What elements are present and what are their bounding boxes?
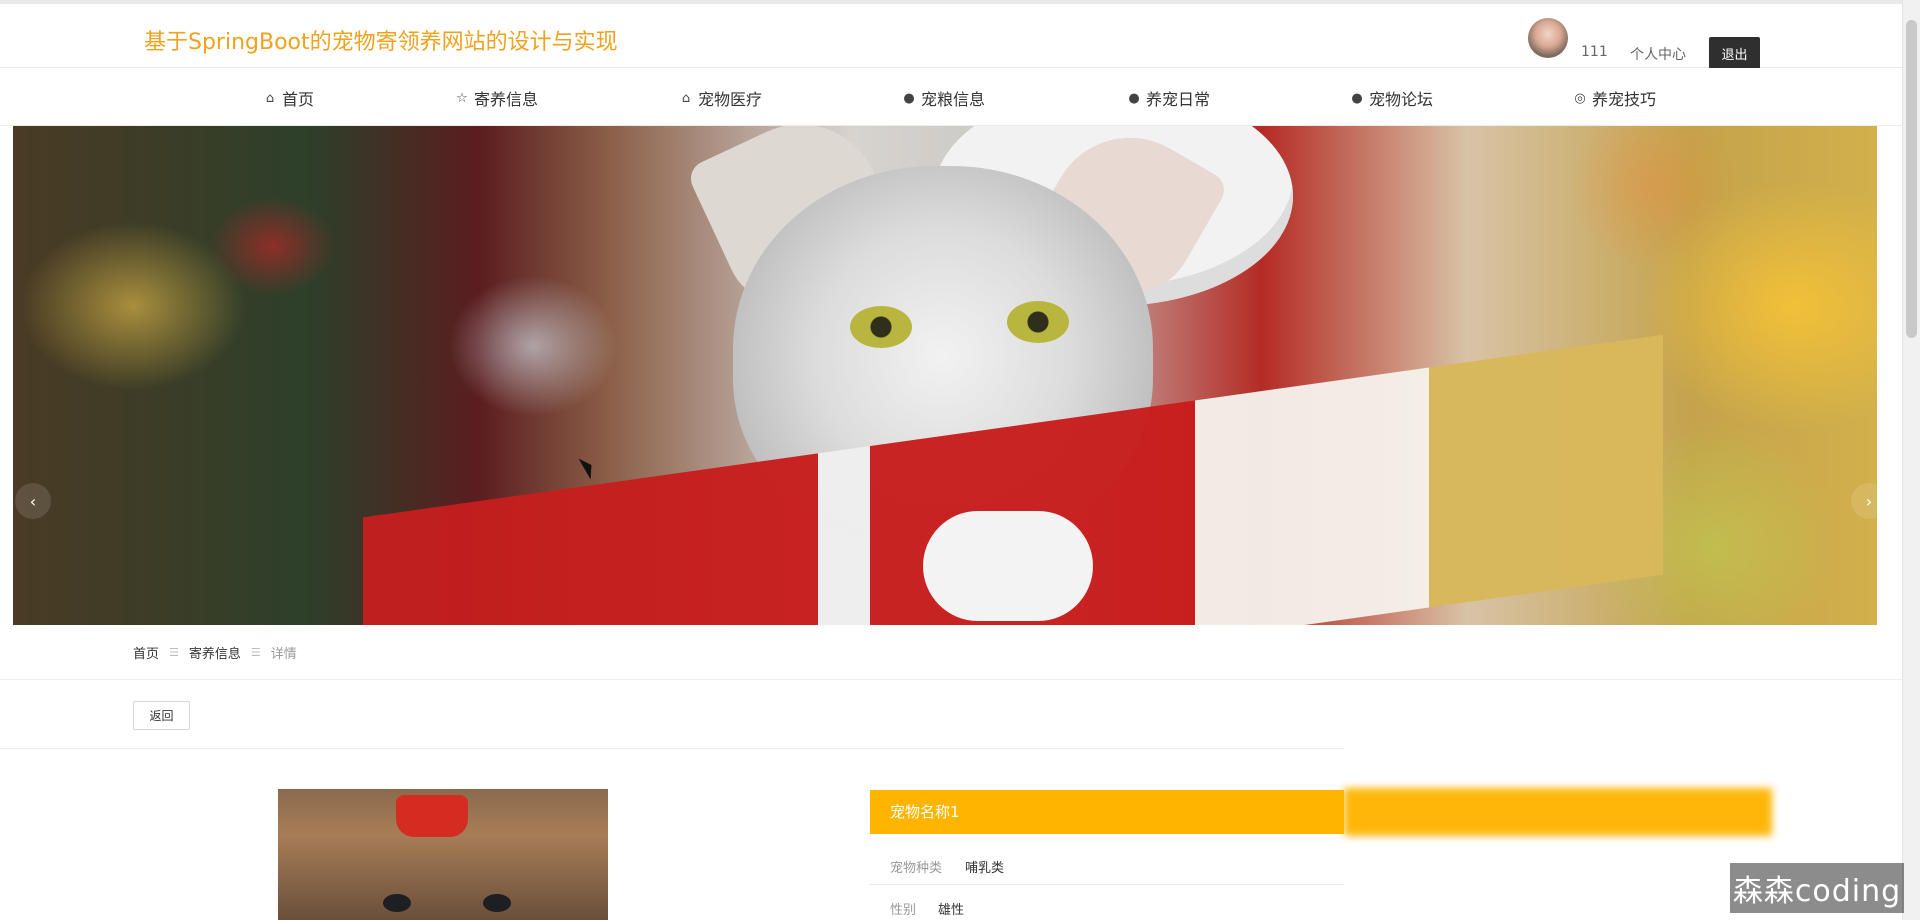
star-icon: ☆: [456, 90, 468, 106]
bag-icon: ⌂: [681, 90, 691, 106]
nav-item-pet-food[interactable]: ● 宠粮信息: [901, 86, 985, 110]
pet-photo: [278, 789, 608, 920]
nav-item-pet-daily[interactable]: ● 养宠日常: [1126, 86, 1210, 110]
main-nav: ⌂ 首页 ☆ 寄养信息 ⌂ 宠物医疗 ● 宠粮信息 ● 养宠日常 ● 宠物论坛 …: [0, 68, 1902, 126]
scrollbar-thumb[interactable]: [1906, 20, 1917, 338]
username[interactable]: 111: [1581, 44, 1608, 60]
cat-paw: [923, 511, 1093, 621]
nav-label-home: 首页: [282, 90, 315, 109]
info-circle-icon: ●: [1351, 90, 1363, 106]
target-icon: ◎: [1574, 90, 1586, 106]
field-value-gender: 雄性: [938, 903, 965, 918]
breadcrumb-current: 详情: [270, 647, 297, 662]
pet-name-title: 宠物名称1: [890, 803, 960, 821]
personal-center-link[interactable]: 个人中心: [1630, 44, 1686, 64]
field-label-species: 宠物种类: [890, 861, 943, 876]
breadcrumb: 首页 ☰ 寄养信息 ☰ 详情: [133, 643, 297, 662]
page-scrollbar[interactable]: [1902, 0, 1920, 920]
field-divider: [870, 884, 1344, 885]
cat-eye-left: [850, 306, 912, 348]
breadcrumb-section[interactable]: 寄养信息: [189, 643, 241, 662]
breadcrumb-separator-icon: ☰: [169, 646, 179, 659]
nav-item-home[interactable]: ⌂ 首页: [262, 86, 314, 110]
nav-item-foster-info[interactable]: ☆ 寄养信息: [454, 86, 538, 110]
watermark: 森森coding: [1730, 863, 1904, 913]
home-icon: ⌂: [265, 90, 275, 106]
nav-label-pet-medical: 宠物医疗: [698, 90, 763, 109]
nav-item-pet-forum[interactable]: ● 宠物论坛: [1349, 86, 1433, 110]
nav-label-pet-food: 宠粮信息: [921, 90, 986, 109]
banner-carousel[interactable]: ‹ ›: [13, 126, 1877, 625]
user-avatar[interactable]: [1528, 18, 1568, 58]
cat-eye-right: [1007, 301, 1069, 343]
back-button[interactable]: 返回: [133, 701, 190, 730]
field-label-gender: 性别: [890, 903, 917, 918]
nav-label-pet-forum: 宠物论坛: [1369, 90, 1434, 109]
site-title: 基于SpringBoot的宠物寄领养网站的设计与实现: [144, 30, 618, 55]
breadcrumb-separator-icon: ☰: [250, 646, 261, 659]
dog-eye-left: [383, 894, 411, 912]
carousel-prev-button[interactable]: ‹: [15, 483, 51, 519]
dog-eye-right: [483, 894, 511, 912]
top-header: 基于SpringBoot的宠物寄领养网站的设计与实现 111 个人中心 退出: [0, 0, 1902, 69]
logout-button[interactable]: 退出: [1709, 37, 1760, 69]
blurred-header-extension: [1344, 788, 1772, 836]
nav-item-pet-tips[interactable]: ◎ 养宠技巧: [1572, 86, 1656, 110]
dog-bow: [396, 795, 468, 837]
alert-circle-icon: ●: [903, 90, 915, 106]
field-value-species: 哺乳类: [965, 861, 1005, 876]
breadcrumb-home[interactable]: 首页: [133, 643, 159, 662]
nav-label-pet-tips: 养宠技巧: [1592, 90, 1657, 109]
nav-label-foster-info: 寄养信息: [474, 90, 539, 109]
nav-item-pet-medical[interactable]: ⌂ 宠物医疗: [678, 86, 762, 110]
divider: [0, 679, 1902, 680]
help-circle-icon: ●: [1128, 90, 1140, 106]
nav-label-pet-daily: 养宠日常: [1146, 90, 1211, 109]
